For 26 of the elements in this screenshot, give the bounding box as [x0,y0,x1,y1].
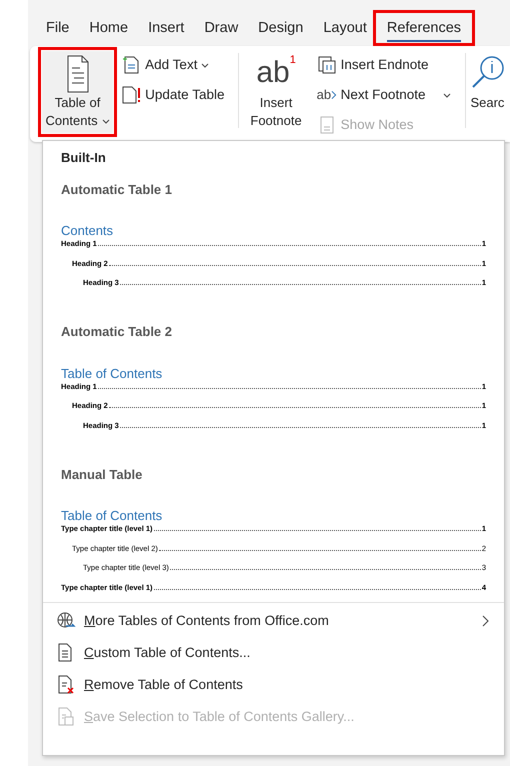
section-heading: Built-In [60,149,107,167]
save-gallery-icon [56,707,76,727]
next-footnote-icon: ab [316,85,337,105]
menu-item[interactable]: Remove Table of Contents [43,669,504,701]
gallery-item-title: Automatic Table 2 [61,323,174,341]
ribbon-button[interactable]: ab Next Footnote [314,81,454,109]
ribbon-tab[interactable]: Layout [313,14,377,42]
ribbon-button[interactable]: Update Table [119,81,226,109]
table-of-contents-button[interactable]: Table of Contents [42,51,114,133]
gallery-item-title: Manual Table [61,466,144,484]
ribbon-tab[interactable]: File [36,14,80,42]
document-exclamation-icon [121,85,142,105]
document-plus-icon [121,55,142,75]
endnote-icon [316,55,337,75]
menu-item[interactable]: Custom Table of Contents... [43,637,504,669]
ribbon-button[interactable]: Add Text [119,51,226,79]
search-button[interactable]: Searc [470,51,510,133]
ribbon-tab[interactable]: Insert [138,14,194,42]
menu-item[interactable]: More Tables of Contents from Office.com [43,605,504,637]
document-delete-icon [56,675,76,695]
gallery-item-title: Automatic Table 1 [61,180,174,198]
ribbon-tab[interactable]: Draw [194,14,248,42]
ribbon-tab[interactable]: Home [79,14,138,42]
caret-icon [102,118,110,124]
ribbon-tab[interactable]: Design [248,14,314,42]
ribbon-button[interactable]: Insert Endnote [314,51,454,79]
